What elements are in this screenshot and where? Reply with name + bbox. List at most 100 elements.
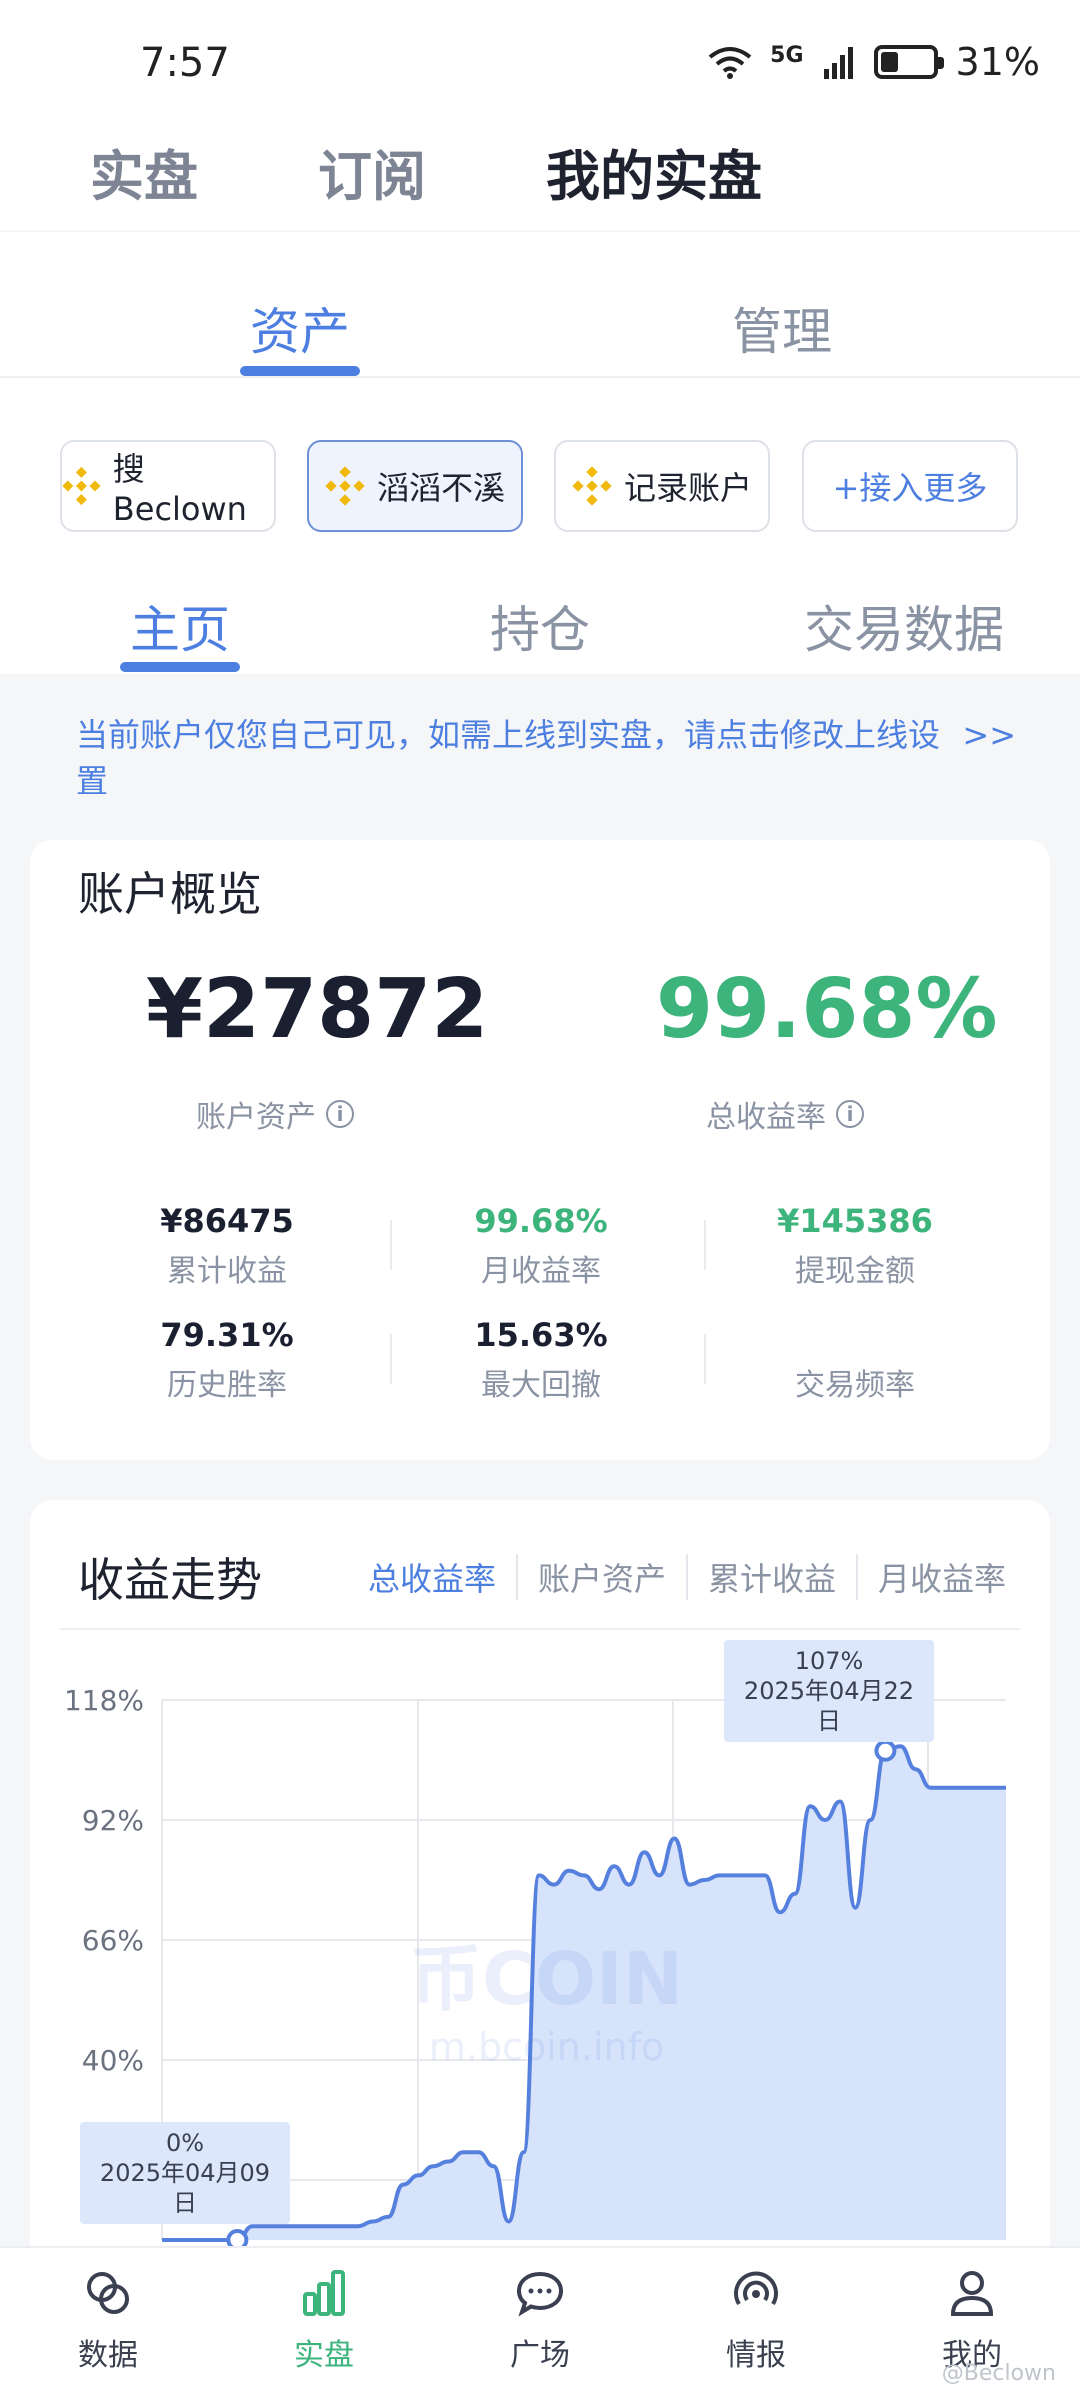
- account-label: 滔滔不溪: [376, 469, 505, 507]
- account-overview-card: 账户概览 ¥27872 99.68% 账户资产 i 总收益率 i ¥86475 …: [30, 840, 1050, 1460]
- content-tabs: 主页 持仓 交易数据: [0, 548, 1080, 674]
- stat-monthly-rate: 99.68% 月收益率: [384, 1202, 698, 1290]
- stat-win-rate: 79.31% 历史胜率: [70, 1316, 384, 1404]
- total-rate-label: 总收益率: [706, 1100, 826, 1135]
- metric-tab-cumulative[interactable]: 累计收益: [686, 1554, 856, 1600]
- tooltip-date: 2025年04月22日: [743, 1677, 915, 1735]
- top-nav-live[interactable]: 实盘: [90, 132, 198, 211]
- y-tick-label: 118%: [64, 1684, 144, 1717]
- nav-label: 广场: [510, 2338, 570, 2373]
- bottom-nav: 数据 实盘 广场 情报 我的 @Beclown: [0, 2246, 1080, 2400]
- stat-value: 15.63%: [474, 1316, 608, 1354]
- y-tick-label: 40%: [82, 2044, 144, 2077]
- tab-manage[interactable]: 管理: [732, 292, 832, 364]
- stat-divider: [704, 1220, 706, 1270]
- asset-label: 账户资产: [196, 1100, 316, 1135]
- stat-cumulative-profit: ¥86475 累计收益: [70, 1202, 384, 1290]
- add-account-button[interactable]: +接入更多: [802, 440, 1018, 532]
- stat-label: 月收益率: [481, 1254, 601, 1289]
- tooltip-value: 0%: [165, 2129, 205, 2157]
- nav-data[interactable]: 数据: [38, 2268, 178, 2374]
- watermark: 币COIN m.bcoin.info: [410, 1920, 683, 2069]
- binance-icon: [572, 466, 612, 506]
- status-bar: 7:57 5G 31%: [0, 0, 1080, 120]
- notice-text: 当前账户仅您自己可见，如需上线到实盘，请点击修改上线设置: [76, 716, 941, 800]
- asset-label-wrap: 账户资产 i: [196, 1092, 354, 1136]
- tooltip-peak: 107% 2025年04月22日: [724, 1640, 934, 1742]
- account-button-3[interactable]: 记录账户: [554, 440, 770, 532]
- tab-trade-data[interactable]: 交易数据: [804, 590, 1004, 662]
- overview-title: 账户概览: [78, 867, 262, 921]
- y-tick-label: 66%: [82, 1924, 144, 1957]
- stat-label: 最大回撤: [481, 1368, 601, 1403]
- tab-underline: [120, 662, 240, 672]
- watermark-url: m.bcoin.info: [428, 2025, 665, 2069]
- tab-assets[interactable]: 资产: [250, 292, 350, 364]
- metric-tab-monthly[interactable]: 月收益率: [856, 1554, 1026, 1600]
- stat-value: ¥145386: [777, 1202, 933, 1240]
- chat-icon: [516, 2271, 564, 2317]
- y-tick-label: 92%: [82, 1804, 144, 1837]
- total-rate-label-wrap: 总收益率 i: [706, 1092, 864, 1136]
- stat-trade-frequency: 交易频率: [698, 1316, 1012, 1404]
- network-label: 5G: [770, 42, 804, 68]
- sub-tabs: 资产 管理: [0, 232, 1080, 378]
- tab-positions[interactable]: 持仓: [490, 590, 590, 662]
- tab-underline: [240, 366, 360, 376]
- stat-label: 历史胜率: [167, 1368, 287, 1403]
- user-icon: [950, 2271, 994, 2316]
- status-indicators: 5G 31%: [708, 40, 1040, 84]
- stat-max-drawdown: 15.63% 最大回撤: [384, 1316, 698, 1404]
- signal-icon: [823, 47, 853, 79]
- stat-value: [698, 1316, 1012, 1356]
- tooltip-date: 2025年04月09日: [99, 2159, 271, 2217]
- info-icon[interactable]: i: [836, 1100, 864, 1128]
- nav-intel[interactable]: 情报: [686, 2268, 826, 2374]
- broadcast-icon: [734, 2271, 778, 2306]
- stat-divider: [390, 1334, 392, 1384]
- account-button-1[interactable]: 搜Beclown: [60, 440, 276, 532]
- metric-tab-total-rate[interactable]: 总收益率: [348, 1554, 516, 1600]
- top-nav-my-live[interactable]: 我的实盘: [546, 132, 762, 211]
- tab-home[interactable]: 主页: [130, 590, 230, 662]
- tooltip-value: 107%: [794, 1647, 864, 1675]
- account-label: 搜Beclown: [112, 450, 247, 528]
- data-point-marker: [874, 1739, 897, 1762]
- visibility-notice[interactable]: 当前账户仅您自己可见，如需上线到实盘，请点击修改上线设置 >>: [76, 712, 1016, 804]
- stat-label: 累计收益: [167, 1254, 287, 1289]
- top-nav-subscribe[interactable]: 订阅: [318, 132, 426, 211]
- nav-label: 实盘: [294, 2338, 354, 2373]
- notice-arrows[interactable]: >>: [962, 712, 1016, 758]
- tooltip-start: 0% 2025年04月09日: [80, 2122, 290, 2224]
- nav-label: 数据: [78, 2338, 138, 2373]
- profit-trend-card: 收益走势 总收益率 账户资产 累计收益 月收益率 118%92%66%40%14…: [30, 1500, 1050, 2300]
- stat-label: 交易频率: [795, 1368, 915, 1403]
- stat-value: 79.31%: [160, 1316, 294, 1354]
- metric-tab-assets[interactable]: 账户资产: [516, 1554, 686, 1600]
- battery-percent: 31%: [955, 40, 1040, 84]
- stat-divider: [704, 1334, 706, 1384]
- corner-watermark: @Beclown: [941, 2361, 1056, 2386]
- stat-withdrawal: ¥145386 提现金额: [698, 1202, 1012, 1290]
- asset-value: ¥27872: [146, 962, 489, 1057]
- nav-live[interactable]: 实盘: [254, 2268, 394, 2374]
- info-icon[interactable]: i: [326, 1100, 354, 1128]
- data-icon: [87, 2272, 129, 2314]
- top-nav: 实盘 订阅 我的实盘: [0, 120, 1080, 230]
- stat-value: ¥86475: [160, 1202, 294, 1240]
- binance-icon: [325, 466, 365, 506]
- trend-title: 收益走势: [78, 1553, 262, 1607]
- nav-mine[interactable]: 我的: [902, 2268, 1042, 2374]
- stat-label: 提现金额: [795, 1254, 915, 1289]
- account-button-2[interactable]: 滔滔不溪: [307, 440, 523, 532]
- account-label: 记录账户: [623, 469, 752, 507]
- watermark-logo: 币COIN: [410, 1937, 684, 2021]
- metric-tabs: 总收益率 账户资产 累计收益 月收益率: [348, 1554, 1026, 1600]
- trend-divider: [60, 1628, 1020, 1630]
- status-time: 7:57: [140, 40, 230, 86]
- nav-label: 情报: [726, 2338, 786, 2373]
- nav-square[interactable]: 广场: [470, 2268, 610, 2374]
- stat-divider: [390, 1220, 392, 1270]
- total-rate-value: 99.68%: [656, 962, 998, 1057]
- bar-chart-icon: [303, 2270, 345, 2316]
